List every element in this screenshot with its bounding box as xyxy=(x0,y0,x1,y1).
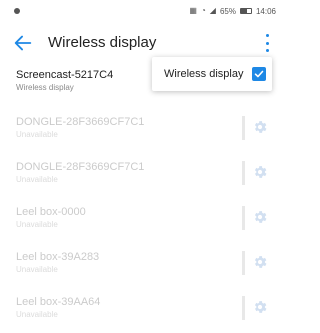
device-row[interactable]: DONGLE-28F3669CF7C1 Unavailable xyxy=(0,108,282,153)
device-row[interactable]: DONGLE-28F3669CF7C1 Unavailable xyxy=(0,153,282,198)
device-row[interactable]: Leel box-39A283 Unavailable xyxy=(0,243,282,288)
gear-icon[interactable] xyxy=(252,209,268,225)
battery-fill xyxy=(240,9,248,13)
device-row[interactable]: Leel box-0000 Unavailable xyxy=(0,198,282,243)
status-bar: ▦ ◔ ◢ 65% 14:06 xyxy=(0,0,282,22)
mobile-signal-icon: ◢ xyxy=(209,6,216,15)
row-divider xyxy=(242,161,245,185)
device-info: Leel box-0000 Unavailable xyxy=(16,205,86,229)
device-status: Unavailable xyxy=(16,265,58,274)
row-divider xyxy=(242,206,245,230)
status-time: 14:06 xyxy=(255,6,276,16)
wireless-display-popup-menu: Wireless display xyxy=(152,57,272,91)
wifi-icon: ◔ xyxy=(200,6,206,15)
device-name: Leel box-39AA64 xyxy=(16,296,101,308)
checkmark-icon xyxy=(254,70,264,78)
battery-percent: 65% xyxy=(219,6,236,16)
wireless-display-menu-label[interactable]: Wireless display xyxy=(164,68,243,80)
device-list: DONGLE-28F3669CF7C1 Unavailable DONGLE-28F… xyxy=(0,108,282,333)
device-status: Unavailable xyxy=(16,130,58,139)
row-divider xyxy=(242,296,245,320)
device-info: Leel box-39AA64 Unavailable xyxy=(16,295,100,319)
status-icons: ▦ ◔ ◢ 65% 14:06 xyxy=(189,7,276,16)
notification-dot-icon xyxy=(14,8,20,14)
device-info: DONGLE-28F3669CF7C1 Unavailable xyxy=(16,160,144,184)
device-name: Leel box-39A283 xyxy=(16,251,100,263)
connected-device[interactable]: Screencast-5217C4 Wireless display xyxy=(16,68,156,92)
device-name: DONGLE-28F3669CF7C1 xyxy=(16,161,145,173)
connected-device-status: Wireless display xyxy=(16,83,74,92)
signal-icon: ▦ xyxy=(189,6,197,15)
gear-icon[interactable] xyxy=(252,254,268,270)
device-status: Unavailable xyxy=(16,220,58,229)
app-bar: Wireless display xyxy=(0,28,282,60)
device-info: DONGLE-28F3669CF7C1 Unavailable xyxy=(16,115,144,139)
overflow-menu-icon[interactable] xyxy=(262,34,272,52)
row-divider xyxy=(242,251,245,275)
gear-icon[interactable] xyxy=(252,299,268,315)
battery-icon xyxy=(239,8,252,14)
device-row[interactable]: Leel box-39AA64 Unavailable xyxy=(0,288,282,333)
connected-device-name: Screencast-5217C4 xyxy=(16,69,114,81)
page-title: Wireless display xyxy=(48,34,157,51)
back-arrow-icon[interactable] xyxy=(12,32,34,54)
device-name: DONGLE-28F3669CF7C1 xyxy=(16,116,145,128)
gear-icon[interactable] xyxy=(252,119,268,135)
gear-icon[interactable] xyxy=(252,164,268,180)
row-divider xyxy=(242,116,245,140)
device-info: Leel box-39A283 Unavailable xyxy=(16,250,99,274)
device-status: Unavailable xyxy=(16,310,58,319)
device-name: Leel box-0000 xyxy=(16,206,86,218)
device-status: Unavailable xyxy=(16,175,58,184)
wireless-display-checkbox[interactable] xyxy=(252,67,266,81)
